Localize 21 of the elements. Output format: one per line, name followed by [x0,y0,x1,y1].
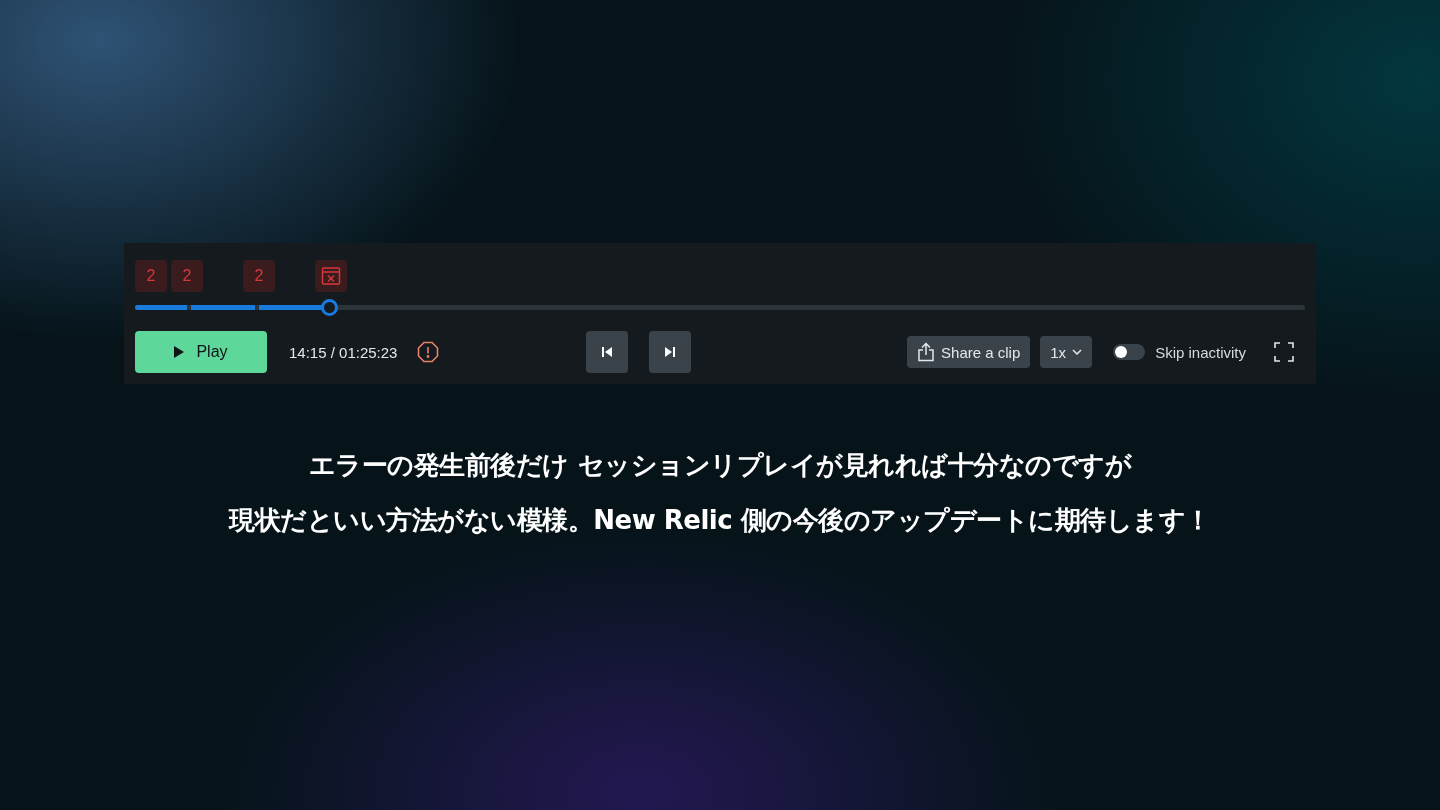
progress-thumb[interactable] [321,299,339,316]
caption-line: 現状だといい方法がない模様。New Relic 側の今後のアップデートに期待します！ [229,504,1211,537]
speed-dropdown[interactable]: 1x [1040,336,1093,368]
chevron-down-icon [1072,349,1083,355]
skip-forward-icon [664,346,677,358]
progress-track[interactable] [135,305,1305,310]
play-icon [174,346,185,358]
play-button[interactable]: Play [135,331,267,373]
skip-back-icon [601,346,614,358]
fullscreen-icon[interactable] [1274,342,1294,362]
playback-time: 14:15 / 01:25:23 [289,343,398,361]
warning-icon[interactable] [417,341,440,363]
skip-inactivity-label: Skip inactivity [1155,343,1246,361]
share-clip-button[interactable]: Share a clip [907,336,1031,368]
window-error-icon [321,266,341,286]
skip-forward-button[interactable] [649,331,692,373]
skip-inactivity-toggle[interactable] [1113,344,1146,360]
error-window-marker[interactable] [315,260,347,292]
caption-line: エラーの発生前後だけ セッションリプレイが見れれば十分なのですが [308,449,1131,482]
skip-back-button[interactable] [586,331,629,373]
share-icon [917,342,936,362]
